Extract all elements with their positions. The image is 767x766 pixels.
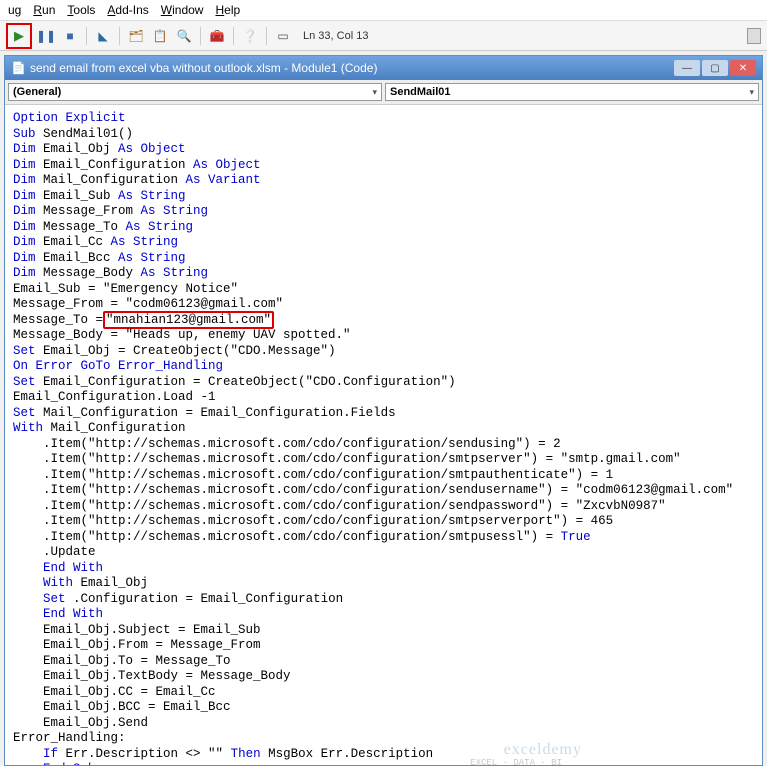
menu-help[interactable]: Help [215, 3, 240, 17]
design-mode-icon[interactable]: ◣ [93, 26, 113, 46]
watermark-sub: EXCEL · DATA · BI [470, 756, 562, 766]
window-titlebar: 📄 send email from excel vba without outl… [5, 56, 762, 80]
toolbar: ▶ ❚❚ ■ ◣ 🗂 📋 🔍 🧰 ❔ ▭ Ln 33, Col 13 [0, 21, 767, 51]
minimize-button[interactable]: — [674, 60, 700, 76]
properties-icon[interactable]: 📋 [150, 26, 170, 46]
cursor-position: Ln 33, Col 13 [303, 30, 368, 42]
pause-icon[interactable]: ❚❚ [36, 26, 56, 46]
stop-icon[interactable]: ■ [60, 26, 80, 46]
object-browser-icon[interactable]: 🔍 [174, 26, 194, 46]
run-button-highlight: ▶ [6, 23, 32, 49]
procedure-selector[interactable]: SendMail01 [385, 83, 759, 101]
menu-bar: ug Run Tools Add-Ins Window Help [0, 0, 767, 21]
object-selector[interactable]: (General) [8, 83, 382, 101]
menu-tools[interactable]: Tools [67, 3, 95, 17]
object-procedure-selectors: (General) SendMail01 [5, 80, 762, 105]
maximize-button[interactable]: ▢ [702, 60, 728, 76]
window-title: send email from excel vba without outloo… [30, 61, 377, 75]
toolbox-icon[interactable]: 🧰 [207, 26, 227, 46]
help-icon[interactable]: ❔ [240, 26, 260, 46]
module-icon: 📄 [11, 61, 26, 75]
close-button[interactable]: ✕ [730, 60, 756, 76]
code-window: 📄 send email from excel vba without outl… [4, 55, 763, 766]
menu-run[interactable]: Run [33, 3, 55, 17]
menu-debug[interactable]: ug [8, 3, 21, 17]
window-icon[interactable]: ▭ [273, 26, 293, 46]
menu-window[interactable]: Window [161, 3, 204, 17]
menu-addins[interactable]: Add-Ins [107, 3, 148, 17]
run-icon[interactable]: ▶ [9, 26, 29, 46]
toolbar-overflow[interactable] [747, 28, 761, 44]
project-explorer-icon[interactable]: 🗂 [126, 26, 146, 46]
code-editor[interactable]: Option Explicit Sub SendMail01() Dim Ema… [5, 105, 762, 765]
